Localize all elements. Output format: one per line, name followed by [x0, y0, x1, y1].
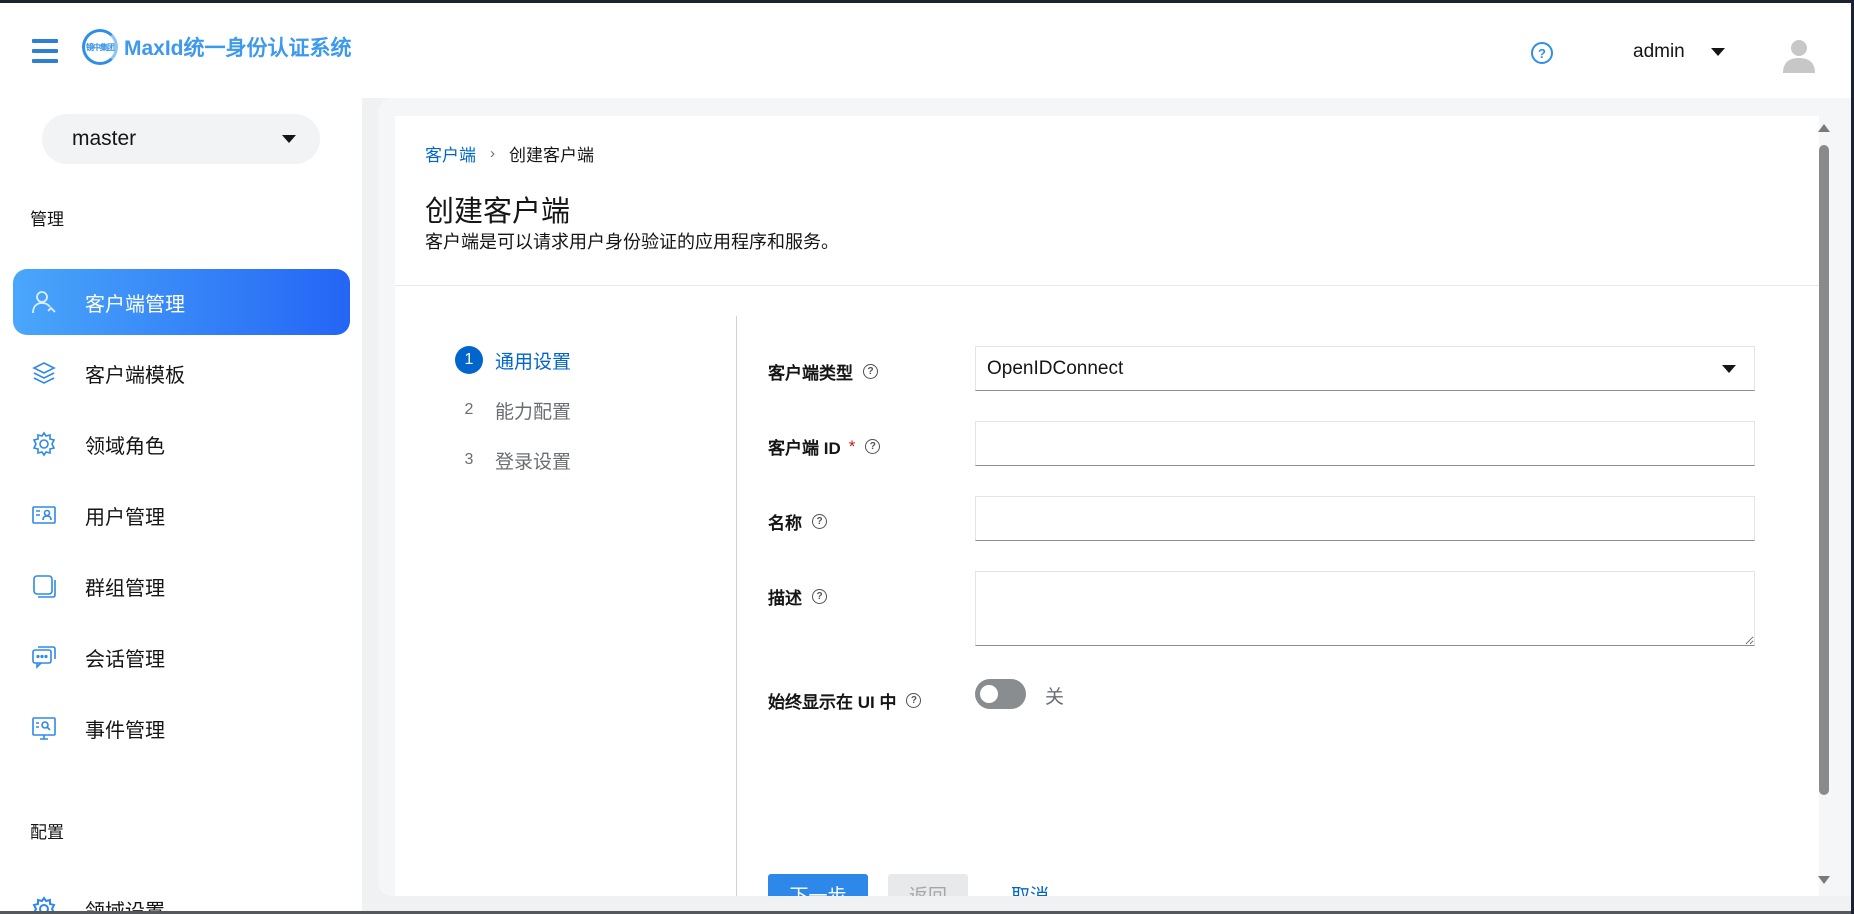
- sidebar-item-label: 客户端管理: [85, 293, 185, 316]
- client-id-label-text: 客户端 ID: [768, 439, 841, 458]
- create-client-card: 客户端 › 创建客户端 创建客户端 客户端是可以请求用户身份验证的应用程序和服务…: [395, 116, 1819, 896]
- help-icon[interactable]: ?: [863, 364, 878, 379]
- name-label-text: 名称: [768, 514, 802, 533]
- gear-icon: [31, 431, 57, 457]
- wizard-step-login[interactable]: 3 登录设置: [455, 446, 571, 474]
- help-icon[interactable]: ?: [812, 514, 827, 529]
- scroll-up-arrow-icon[interactable]: [1818, 124, 1830, 132]
- wizard-step-general[interactable]: 1 通用设置: [455, 346, 571, 374]
- sidebar-item-label: 客户端模板: [85, 364, 185, 387]
- user-menu[interactable]: admin: [1633, 41, 1725, 63]
- event-screen-icon: [31, 715, 57, 741]
- client-type-select[interactable]: OpenIDConnect: [975, 346, 1755, 391]
- client-type-label-text: 客户端类型: [768, 364, 853, 383]
- top-header: 镜中集团 MaxId统一身份认证系统 ? admin: [0, 0, 1854, 98]
- wizard-divider: [736, 316, 737, 896]
- cancel-button[interactable]: 取消: [990, 874, 1070, 897]
- name-label: 名称 ?: [768, 509, 827, 534]
- sidebar-item-user-management[interactable]: 用户管理: [13, 482, 350, 548]
- toggle-state-text: 关: [1045, 687, 1065, 708]
- step-number: 2: [464, 401, 474, 418]
- hamburger-menu-icon[interactable]: [32, 39, 58, 63]
- name-input[interactable]: [975, 496, 1755, 541]
- always-display-label: 始终显示在 UI 中 ?: [768, 688, 922, 713]
- brand-title: MaxId统一身份认证系统: [124, 37, 352, 60]
- chat-bubble-icon: [31, 644, 57, 670]
- sidebar: master 管理 客户端管理 客户端模板 领域角色 用户管理 群组管理 会话管…: [0, 98, 362, 914]
- header-divider: [395, 285, 1819, 286]
- sidebar-item-label: 事件管理: [85, 719, 165, 742]
- sidebar-item-client-management[interactable]: 客户端管理: [13, 269, 350, 335]
- client-type-label: 客户端类型 ?: [768, 359, 878, 384]
- next-button[interactable]: 下一步: [768, 874, 868, 896]
- step-label: 通用设置: [495, 351, 572, 373]
- id-card-icon: [31, 502, 57, 528]
- chevron-down-icon: [1722, 365, 1736, 373]
- always-display-toggle[interactable]: [975, 679, 1026, 709]
- step-number: 3: [464, 451, 474, 468]
- sidebar-item-client-templates[interactable]: 客户端模板: [13, 340, 350, 406]
- client-id-label: 客户端 ID * ?: [768, 434, 881, 459]
- required-indicator: *: [848, 436, 856, 456]
- sidebar-item-group-management[interactable]: 群组管理: [13, 553, 350, 619]
- description-label-text: 描述: [768, 589, 802, 608]
- brand: 镜中集团 MaxId统一身份认证系统: [82, 29, 352, 65]
- breadcrumb-current: 创建客户端: [509, 146, 594, 165]
- chevron-down-icon: [282, 135, 296, 143]
- sidebar-item-label: 领域角色: [85, 435, 165, 458]
- page-title: 创建客户端: [425, 196, 571, 228]
- section-title-configure: 配置: [30, 823, 64, 842]
- question-circle-icon[interactable]: ?: [1531, 42, 1553, 64]
- breadcrumb: 客户端 › 创建客户端: [425, 141, 594, 166]
- step-number: 1: [455, 346, 483, 374]
- layers-icon: [31, 360, 57, 386]
- breadcrumb-link-clients[interactable]: 客户端: [425, 141, 476, 166]
- description-label: 描述 ?: [768, 584, 827, 609]
- user-outline-icon: [31, 289, 57, 315]
- scroll-down-arrow-icon[interactable]: [1818, 876, 1830, 884]
- sidebar-item-label: 会话管理: [85, 648, 165, 671]
- client-type-value: OpenIDConnect: [987, 357, 1124, 379]
- realm-name: master: [72, 127, 137, 150]
- page-description: 客户端是可以请求用户身份验证的应用程序和服务。: [425, 232, 839, 252]
- step-label: 能力配置: [495, 401, 572, 423]
- toggle-knob: [980, 685, 998, 703]
- chevron-down-icon: [1710, 48, 1725, 56]
- group-square-icon: [31, 573, 57, 599]
- realm-selector[interactable]: master: [42, 114, 320, 164]
- sidebar-item-label: 群组管理: [85, 577, 165, 600]
- sidebar-item-event-management[interactable]: 事件管理: [13, 695, 350, 761]
- sidebar-item-label: 用户管理: [85, 506, 165, 529]
- help-icon[interactable]: ?: [812, 589, 827, 604]
- brand-logo: 镜中集团: [82, 29, 118, 65]
- scrollbar-thumb[interactable]: [1819, 145, 1829, 795]
- sidebar-item-realm-settings[interactable]: 领域设置: [13, 876, 350, 914]
- back-button[interactable]: 返回: [888, 874, 968, 896]
- help-icon[interactable]: ?: [906, 693, 922, 708]
- step-label: 登录设置: [495, 451, 572, 473]
- username: admin: [1633, 41, 1685, 62]
- section-title-manage: 管理: [30, 210, 64, 229]
- brand-logo-text: 镜中集团: [86, 42, 115, 52]
- sidebar-item-session-management[interactable]: 会话管理: [13, 624, 350, 690]
- always-display-label-text: 始终显示在 UI 中: [768, 693, 897, 712]
- client-id-input[interactable]: [975, 421, 1755, 466]
- user-avatar-icon[interactable]: [1782, 37, 1816, 75]
- wizard-step-capability[interactable]: 2 能力配置: [455, 396, 571, 424]
- chevron-right-icon: ›: [490, 145, 495, 162]
- description-textarea[interactable]: [975, 571, 1755, 646]
- help-icon[interactable]: ?: [865, 439, 881, 454]
- sidebar-item-realm-roles[interactable]: 领域角色: [13, 411, 350, 477]
